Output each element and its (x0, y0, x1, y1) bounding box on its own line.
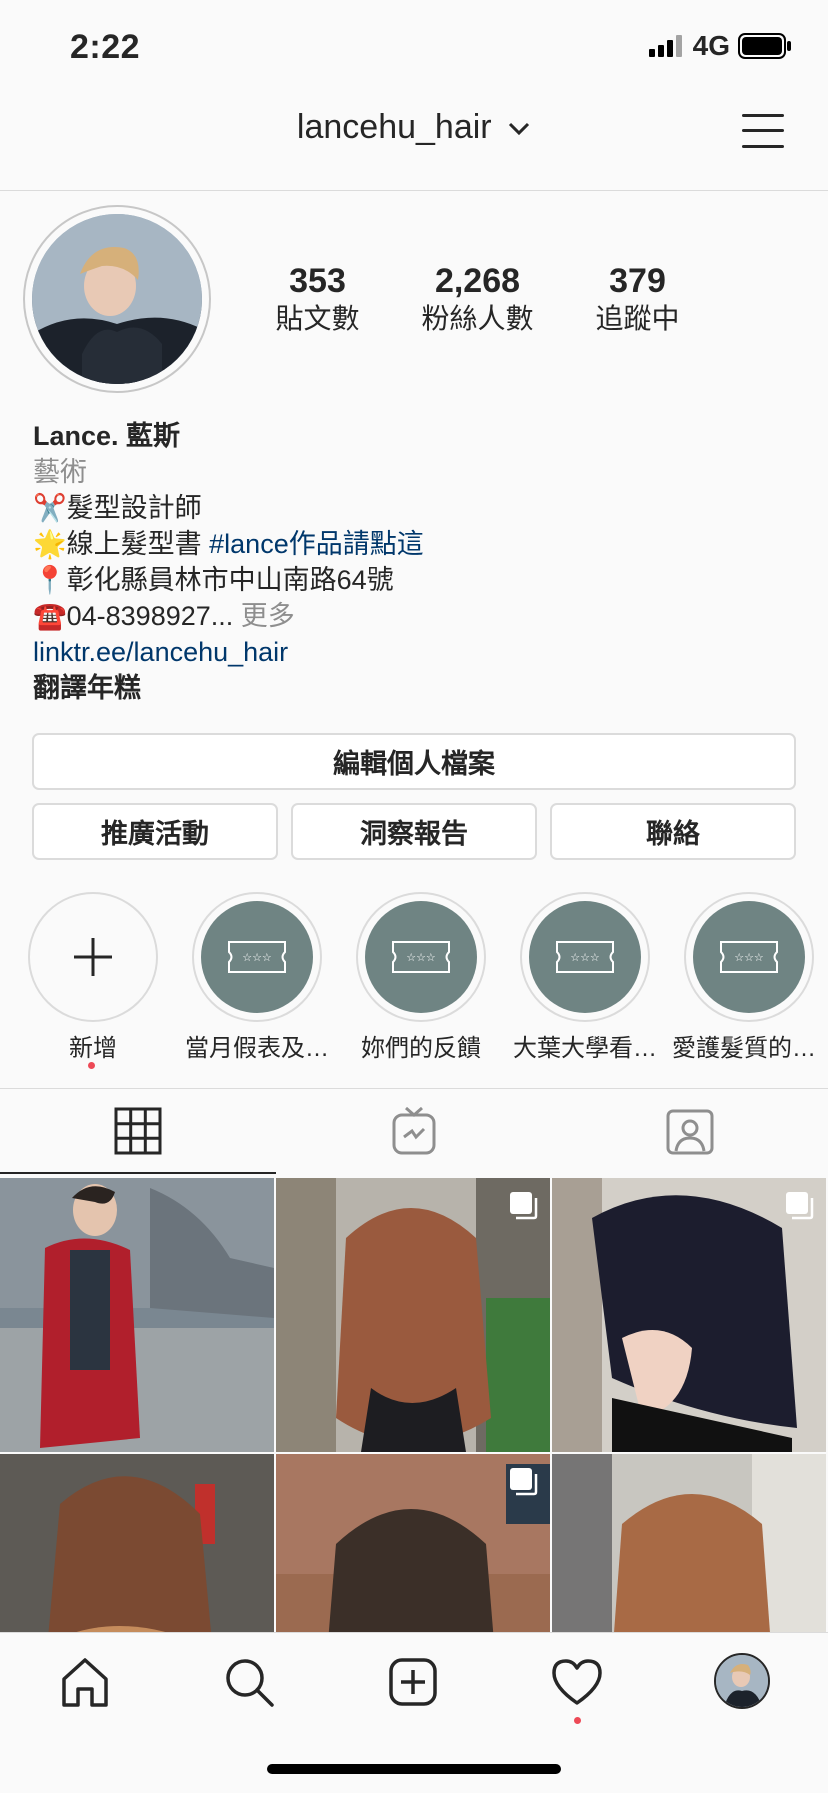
followers-label: 粉絲人數 (421, 303, 534, 335)
activity-dot (574, 1717, 581, 1724)
highlight-3[interactable]: ☆☆☆ (520, 892, 650, 1022)
status-time: 2:22 (70, 28, 141, 66)
ticket-icon: ☆☆☆ (556, 941, 614, 973)
phone-emoji: ☎️ (33, 601, 67, 631)
followers-stat[interactable]: 2,268 粉絲人數 (405, 262, 550, 336)
following-count: 379 (609, 262, 666, 300)
highlight-cover: ☆☆☆ (365, 901, 477, 1013)
hamburger-menu-icon[interactable] (742, 112, 784, 150)
posts-count: 353 (289, 262, 346, 300)
multi-post-icon (510, 1192, 538, 1220)
following-stat[interactable]: 379 追蹤中 (570, 262, 705, 336)
highlight-label-new: 新增 (69, 1035, 117, 1062)
search-icon[interactable] (222, 1655, 276, 1709)
username-switcher[interactable]: lancehu_hair (0, 108, 828, 147)
bio-line-3-text: 彰化縣員林市中山南路64號 (66, 565, 394, 595)
post-thumbnail[interactable] (276, 1178, 550, 1452)
bio-line-1-text: 髮型設計師 (66, 493, 202, 523)
hashtag-link[interactable]: #lance作品請點這 (209, 529, 424, 559)
home-icon[interactable] (58, 1655, 112, 1709)
pin-emoji: 📍 (33, 565, 67, 595)
ticket-icon: ☆☆☆ (720, 941, 778, 973)
highlight-cover: ☆☆☆ (529, 901, 641, 1013)
battery-icon (738, 33, 791, 59)
scissors-emoji: ✂️ (33, 493, 67, 523)
active-tab-indicator (0, 1172, 276, 1174)
followers-count: 2,268 (434, 262, 521, 300)
highlight-label-3: 大葉大學看… (513, 1035, 657, 1062)
more-link[interactable]: 更多 (241, 601, 295, 631)
home-indicator (267, 1764, 561, 1774)
signal-icon (648, 35, 682, 57)
promotions-button[interactable]: 推廣活動 (32, 803, 278, 860)
profile-name: Lance. 藍斯 (33, 421, 181, 451)
insights-button[interactable]: 洞察報告 (291, 803, 537, 860)
contact-button[interactable]: 聯絡 (550, 803, 796, 860)
profile-avatar-icon[interactable] (714, 1653, 770, 1709)
svg-text:☆☆☆: ☆☆☆ (242, 951, 272, 964)
bio-line-2-text: 線上髮型書 (66, 529, 210, 559)
highlight-label-1: 當月假表及… (185, 1035, 329, 1062)
highlights-divider (0, 1088, 828, 1089)
bio-line-2: 🌟線上髮型書 #lance作品請點這 (33, 526, 793, 562)
multi-post-icon (786, 1192, 814, 1220)
highlight-cover: ☆☆☆ (693, 901, 805, 1013)
post-thumbnail[interactable] (0, 1178, 274, 1452)
posts-label: 貼文數 (275, 303, 360, 335)
username-title: lancehu_hair (296, 108, 492, 146)
profile-category: 藝術 (33, 457, 87, 487)
grid-icon[interactable] (110, 1107, 166, 1155)
header-divider (0, 190, 828, 191)
profile-avatar[interactable] (23, 205, 211, 393)
status-right: 4G (648, 30, 792, 62)
new-indicator-dot (88, 1062, 95, 1069)
highlight-2[interactable]: ☆☆☆ (356, 892, 486, 1022)
profile-website-link[interactable]: linktr.ee/lancehu_hair (33, 634, 793, 670)
new-highlight-button[interactable] (28, 892, 158, 1022)
multi-post-icon (510, 1468, 538, 1496)
translate-link[interactable]: 翻譯年糕 (33, 670, 793, 706)
ticket-icon: ☆☆☆ (228, 941, 286, 973)
posts-stat: 353 貼文數 (250, 262, 385, 336)
tagged-icon[interactable] (662, 1107, 718, 1155)
heart-icon[interactable] (550, 1655, 604, 1709)
star-emoji: 🌟 (33, 529, 67, 559)
post-thumbnail[interactable] (552, 1178, 826, 1452)
highlight-1[interactable]: ☆☆☆ (192, 892, 322, 1022)
chevron-down-icon (509, 122, 530, 136)
bio-line-4-text: 04-8398927... (66, 601, 241, 631)
svg-text:☆☆☆: ☆☆☆ (406, 951, 436, 964)
following-label: 追蹤中 (595, 303, 680, 335)
igtv-icon[interactable] (386, 1107, 442, 1155)
network-label: 4G (692, 30, 730, 61)
highlight-4[interactable]: ☆☆☆ (684, 892, 814, 1022)
avatar-photo (32, 214, 202, 384)
svg-text:☆☆☆: ☆☆☆ (734, 951, 764, 964)
plus-icon (74, 938, 112, 976)
new-post-icon[interactable] (386, 1655, 440, 1709)
ticket-icon: ☆☆☆ (392, 941, 450, 973)
profile-bio: Lance. 藍斯 藝術 ✂️髮型設計師 🌟線上髮型書 #lance作品請點這 … (33, 418, 793, 706)
highlight-label-4: 愛護髮質的… (672, 1035, 816, 1062)
bio-line-4: ☎️04-8398927... 更多 (33, 598, 793, 634)
edit-profile-button[interactable]: 編輯個人檔案 (32, 733, 796, 790)
svg-text:☆☆☆: ☆☆☆ (570, 951, 600, 964)
highlight-label-2: 妳們的反饋 (361, 1035, 481, 1062)
bio-line-1: ✂️髮型設計師 (33, 490, 793, 526)
bio-line-3: 📍彰化縣員林市中山南路64號 (33, 562, 793, 598)
highlight-cover: ☆☆☆ (201, 901, 313, 1013)
